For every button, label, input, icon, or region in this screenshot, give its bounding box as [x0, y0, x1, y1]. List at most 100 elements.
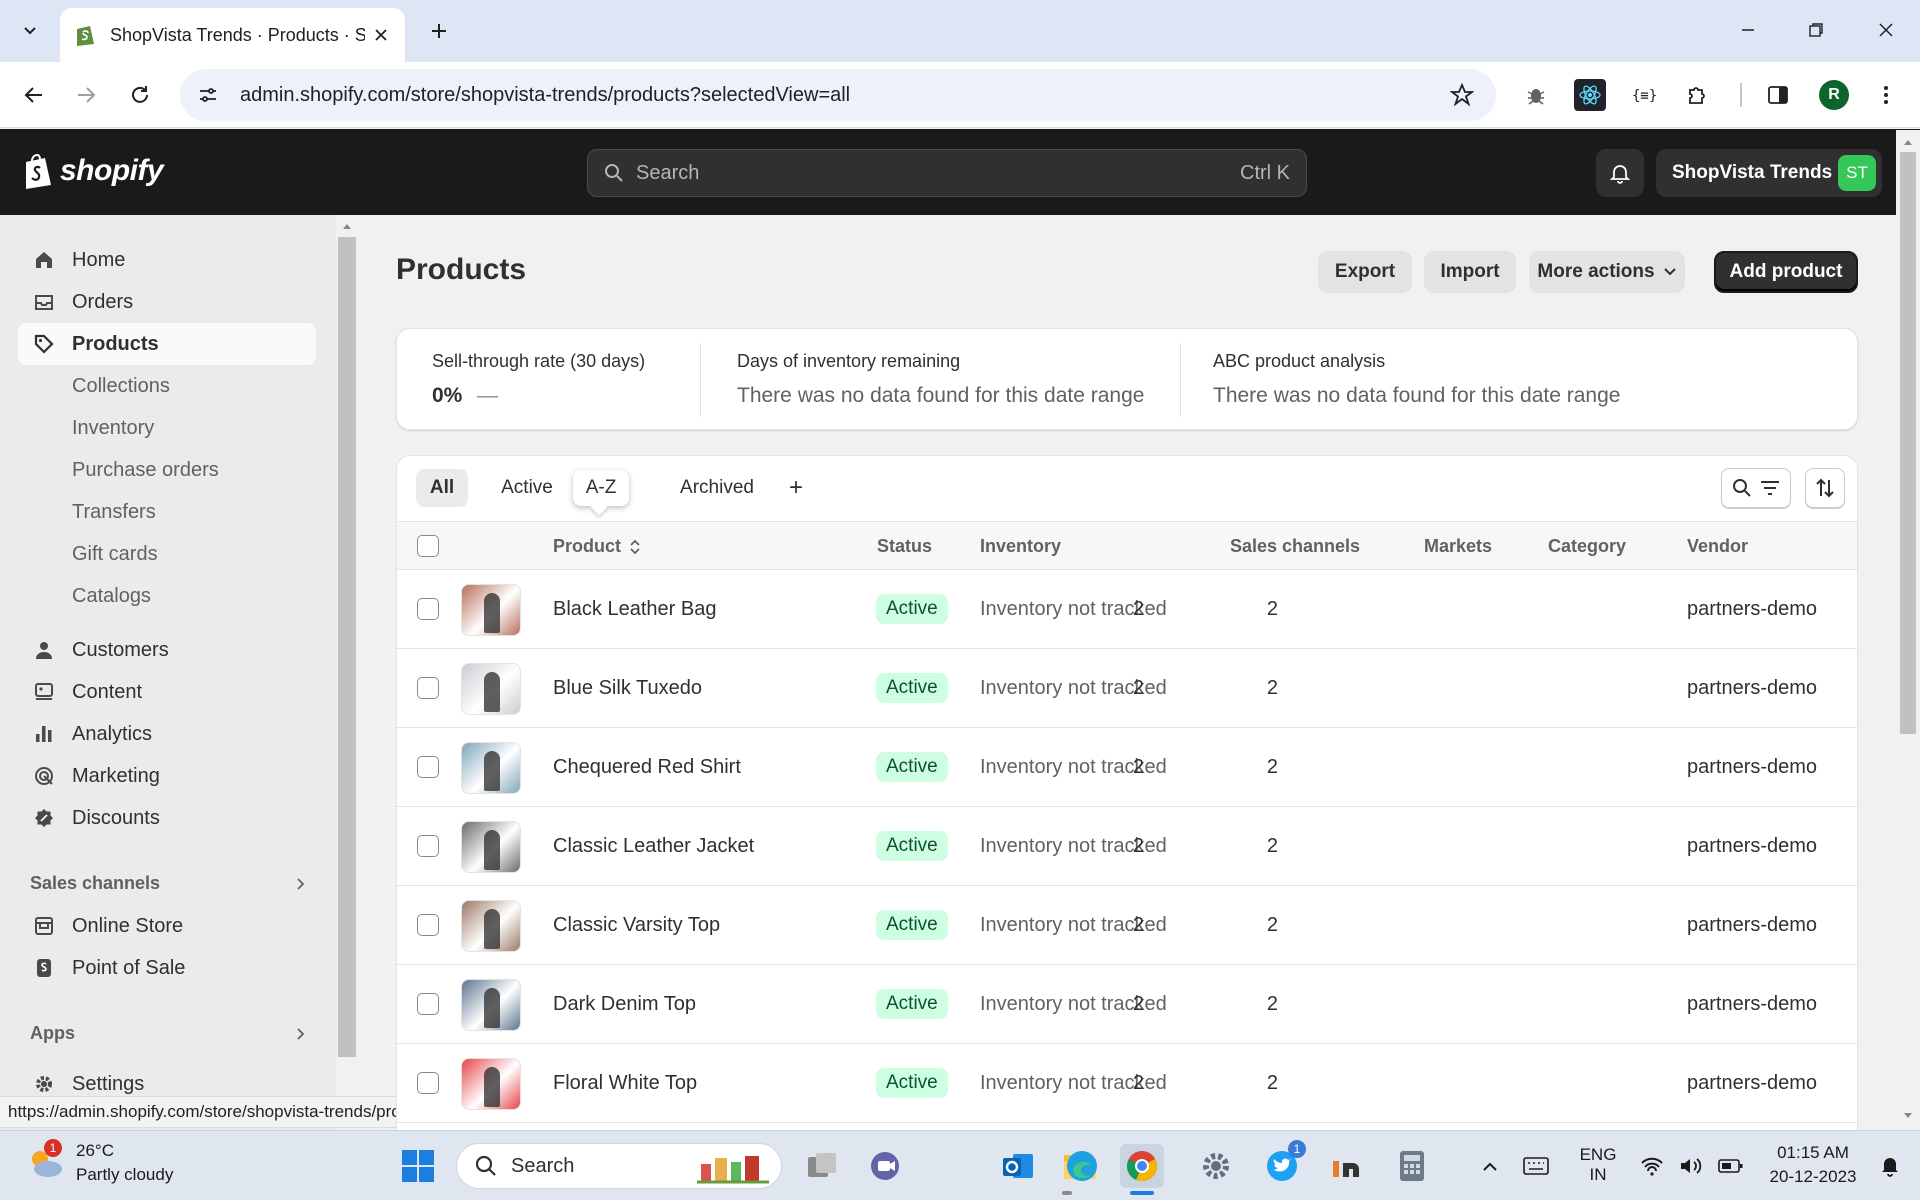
sidebar-item-point-of-sale[interactable]: Point of Sale — [18, 947, 316, 989]
product-name[interactable]: Blue Silk Tuxedo — [553, 677, 702, 700]
add-product-button[interactable]: Add product — [1714, 251, 1858, 293]
product-name[interactable]: Floral White Top — [553, 1072, 697, 1095]
chrome-button[interactable] — [1120, 1144, 1164, 1188]
column-category[interactable]: Category — [1548, 536, 1626, 557]
column-vendor[interactable]: Vendor — [1687, 536, 1748, 557]
chrome-menu-button[interactable] — [1870, 79, 1902, 111]
extensions-button[interactable] — [1682, 79, 1714, 111]
sidebar-subitem-transfers[interactable]: Transfers — [72, 501, 156, 524]
page-scrollbar[interactable] — [1896, 130, 1920, 1130]
sidebar-scrollbar[interactable] — [336, 215, 358, 1130]
product-thumbnail[interactable] — [461, 742, 521, 794]
edge-button[interactable] — [1060, 1144, 1104, 1188]
sidebar-item-home[interactable]: Home — [18, 239, 316, 281]
extension-bug-button[interactable] — [1520, 79, 1552, 111]
import-button[interactable]: Import — [1424, 251, 1516, 293]
side-panel-button[interactable] — [1762, 79, 1794, 111]
row-checkbox[interactable] — [417, 914, 439, 936]
table-row[interactable]: Dark Denim Top Active Inventory not tracke… — [397, 965, 1857, 1044]
settings-app-button[interactable] — [1194, 1144, 1238, 1188]
product-name[interactable]: Classic Leather Jacket — [553, 835, 754, 858]
twitter-button[interactable]: 1 — [1260, 1140, 1306, 1188]
extension-json-button[interactable]: {≡} — [1628, 79, 1660, 111]
row-checkbox[interactable] — [417, 598, 439, 620]
product-name[interactable]: Black Leather Bag — [553, 598, 716, 621]
outlook-button[interactable] — [996, 1144, 1040, 1188]
add-view-button[interactable]: + — [777, 469, 815, 507]
row-checkbox[interactable] — [417, 677, 439, 699]
weather-widget[interactable]: 1 26°C Partly cloudy — [26, 1139, 173, 1185]
product-thumbnail[interactable] — [461, 663, 521, 715]
column-product[interactable]: Product — [553, 536, 641, 557]
row-checkbox[interactable] — [417, 993, 439, 1015]
teams-button[interactable] — [864, 1144, 908, 1188]
shopify-logo[interactable]: shopify — [22, 153, 164, 189]
table-row[interactable]: Classic Leather Jacket Active Inventory no… — [397, 807, 1857, 886]
keyboard-button[interactable] — [1516, 1144, 1556, 1188]
sidebar-subitem-inventory[interactable]: Inventory — [72, 417, 154, 440]
sidebar-subitem-gift-cards[interactable]: Gift cards — [72, 543, 158, 566]
product-name[interactable]: Chequered Red Shirt — [553, 756, 741, 779]
taskbar-search[interactable]: Search — [456, 1143, 782, 1189]
bookmark-star-button[interactable] — [1450, 83, 1474, 107]
more-actions-button[interactable]: More actions — [1529, 251, 1685, 293]
search-filter-button[interactable] — [1721, 468, 1791, 508]
column-inventory[interactable]: Inventory — [980, 536, 1061, 557]
sidebar-item-customers[interactable]: Customers — [18, 629, 316, 671]
row-checkbox[interactable] — [417, 1072, 439, 1094]
extension-react-button[interactable] — [1574, 79, 1606, 111]
reload-button[interactable] — [122, 77, 158, 113]
start-button[interactable] — [396, 1144, 440, 1188]
sidebar-item-marketing[interactable]: Marketing — [18, 755, 316, 797]
product-thumbnail[interactable] — [461, 900, 521, 952]
tab-archived[interactable]: Archived — [667, 469, 767, 507]
product-thumbnail[interactable] — [461, 979, 521, 1031]
sidebar-subitem-collections[interactable]: Collections — [72, 375, 170, 398]
table-row[interactable]: Blue Silk Tuxedo Active Inventory not trac… — [397, 649, 1857, 728]
restore-button[interactable] — [1796, 14, 1836, 46]
table-row[interactable]: Floral White Top Active Inventory not trac… — [397, 1044, 1857, 1123]
table-row[interactable]: Classic Varsity Top Active Inventory not t… — [397, 886, 1857, 965]
page-scroll-thumb[interactable] — [1900, 152, 1916, 734]
notifications-button[interactable] — [1596, 149, 1644, 197]
table-row[interactable]: Chequered Red Shirt Active Inventory not t… — [397, 728, 1857, 807]
close-window-button[interactable] — [1866, 14, 1906, 46]
tab-all[interactable]: All — [416, 469, 468, 507]
metric-abc-analysis[interactable]: ABC product analysis There was no data f… — [1181, 329, 1857, 431]
product-thumbnail[interactable] — [461, 1058, 521, 1110]
column-status[interactable]: Status — [877, 536, 932, 557]
sales-channels-section[interactable]: Sales channels — [30, 873, 306, 894]
sidebar-item-products[interactable]: Products — [18, 323, 316, 365]
row-checkbox[interactable] — [417, 835, 439, 857]
profile-button[interactable]: R — [1818, 79, 1850, 111]
minimize-button[interactable] — [1728, 14, 1768, 46]
select-all-checkbox[interactable] — [417, 535, 439, 557]
product-thumbnail[interactable] — [461, 584, 521, 636]
sort-button[interactable] — [1805, 468, 1845, 508]
product-name[interactable]: Classic Varsity Top — [553, 914, 720, 937]
admin-search-bar[interactable]: Search Ctrl K — [587, 149, 1307, 197]
sidebar-item-analytics[interactable]: Analytics — [18, 713, 316, 755]
metric-days-inventory[interactable]: Days of inventory remaining There was no… — [701, 329, 1177, 431]
sidebar-item-content[interactable]: Content — [18, 671, 316, 713]
store-menu-button[interactable]: ShopVista Trends ST — [1656, 149, 1882, 197]
tab-active[interactable]: Active — [489, 469, 565, 507]
browser-tab[interactable]: ShopVista Trends · Products · Shopify — [60, 8, 405, 62]
calculator-button[interactable] — [1390, 1144, 1434, 1188]
tab-search-button[interactable] — [14, 14, 46, 46]
clock[interactable]: 01:15 AM 20-12-2023 — [1758, 1143, 1868, 1187]
row-checkbox[interactable] — [417, 756, 439, 778]
sidebar-scroll-thumb[interactable] — [338, 237, 356, 1057]
table-row[interactable]: Black Leather Bag Active Inventory not tra… — [397, 570, 1857, 649]
apps-section[interactable]: Apps — [30, 1023, 306, 1044]
new-tab-button[interactable] — [424, 16, 454, 46]
language-indicator[interactable]: ENG IN — [1570, 1145, 1626, 1185]
address-bar[interactable]: admin.shopify.com/store/shopvista-trends… — [180, 69, 1496, 121]
sidebar-subitem-catalogs[interactable]: Catalogs — [72, 585, 151, 608]
sidebar-item-discounts[interactable]: Discounts — [18, 797, 316, 839]
system-tray-quick-settings[interactable] — [1632, 1144, 1752, 1188]
sidebar-item-online-store[interactable]: Online Store — [18, 905, 316, 947]
product-thumbnail[interactable] — [461, 821, 521, 873]
notification-center-button[interactable] — [1870, 1144, 1910, 1188]
back-button[interactable] — [16, 77, 52, 113]
